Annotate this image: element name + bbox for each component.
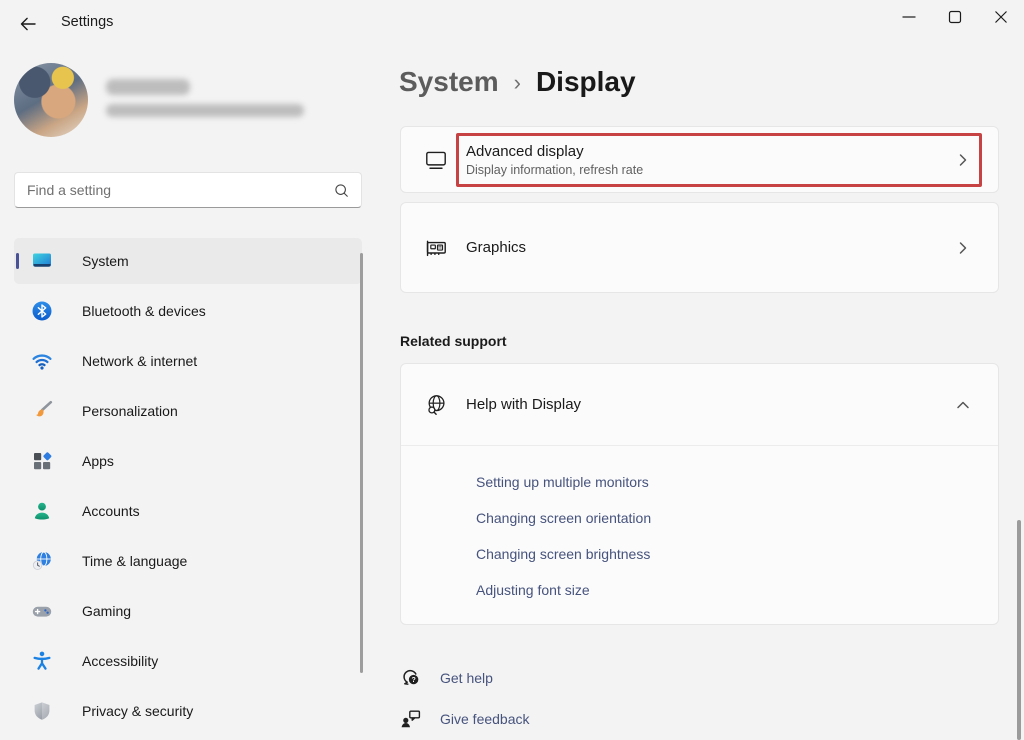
search-icon	[333, 182, 361, 199]
maximize-button[interactable]	[932, 0, 978, 34]
sidebar-item-label: Time & language	[82, 553, 187, 569]
user-email-blurred	[106, 104, 304, 117]
sidebar-item-label: Apps	[82, 453, 114, 469]
maximize-icon	[944, 6, 966, 28]
find-a-setting-searchbox[interactable]	[14, 172, 362, 208]
accounts-icon	[30, 499, 54, 523]
chevron-right-icon	[954, 151, 972, 169]
sidebar-item-apps[interactable]: Apps	[14, 438, 362, 484]
breadcrumb: System › Display	[399, 66, 636, 98]
privacy-security-icon	[30, 699, 54, 723]
help-card-header[interactable]: Help with Display	[401, 364, 998, 446]
close-button[interactable]	[978, 0, 1024, 34]
sidebar-item-gaming[interactable]: Gaming	[14, 588, 362, 634]
sidebar-item-privacy-security[interactable]: Privacy & security	[14, 688, 362, 734]
graphics-card[interactable]: Graphics	[400, 202, 999, 293]
svg-text:?: ?	[411, 677, 415, 684]
settings-nav: System Bluetooth & devices Network & int…	[14, 238, 362, 738]
help-link-screen-orientation[interactable]: Changing screen orientation	[476, 500, 998, 536]
sidebar-item-label: Bluetooth & devices	[82, 303, 206, 319]
caption-buttons	[886, 0, 1024, 34]
search-input[interactable]	[15, 182, 333, 198]
close-icon	[990, 6, 1012, 28]
accessibility-icon	[30, 649, 54, 673]
user-avatar[interactable]	[14, 63, 88, 137]
main-scrollbar[interactable]	[1017, 520, 1021, 740]
help-link-font-size[interactable]: Adjusting font size	[476, 572, 998, 608]
window-title: Settings	[61, 14, 113, 30]
breadcrumb-system[interactable]: System	[399, 66, 499, 98]
user-name-blurred	[106, 79, 190, 95]
chevron-up-icon	[954, 396, 972, 414]
chevron-right-icon	[954, 239, 972, 257]
card-title: Graphics	[466, 239, 526, 256]
globe-search-icon	[423, 392, 449, 418]
give-feedback-label: Give feedback	[440, 711, 530, 727]
sidebar-item-system[interactable]: System	[14, 238, 362, 284]
get-help-link[interactable]: ? Get help	[399, 666, 493, 690]
sidebar-item-time-language[interactable]: Time & language	[14, 538, 362, 584]
personalization-icon	[30, 399, 54, 423]
sidebar-item-personalization[interactable]: Personalization	[14, 388, 362, 434]
minimize-button[interactable]	[886, 0, 932, 34]
sidebar-scrollbar[interactable]	[360, 253, 363, 673]
sidebar-item-label: Privacy & security	[82, 703, 193, 719]
sidebar-item-label: Network & internet	[82, 353, 197, 369]
bluetooth-icon	[30, 299, 54, 323]
get-help-label: Get help	[440, 670, 493, 686]
time-language-icon	[30, 549, 54, 573]
sidebar-item-label: Accessibility	[82, 653, 158, 669]
give-feedback-icon	[399, 707, 423, 731]
give-feedback-link[interactable]: Give feedback	[399, 707, 530, 731]
system-icon	[30, 249, 54, 273]
titlebar: Settings	[0, 0, 1024, 46]
help-with-display-card: Help with Display Setting up multiple mo…	[400, 363, 999, 625]
sidebar-item-label: Personalization	[82, 403, 178, 419]
selected-accent-pill	[16, 253, 19, 269]
apps-icon	[30, 449, 54, 473]
back-arrow-icon	[18, 14, 38, 34]
card-subtitle: Display information, refresh rate	[466, 163, 643, 177]
sidebar-item-accounts[interactable]: Accounts	[14, 488, 362, 534]
gaming-icon	[30, 599, 54, 623]
network-icon	[30, 349, 54, 373]
graphics-card-icon	[423, 235, 449, 261]
sidebar-item-label: System	[82, 253, 129, 269]
help-links-list: Setting up multiple monitors Changing sc…	[401, 446, 998, 608]
sidebar-item-bluetooth-devices[interactable]: Bluetooth & devices	[14, 288, 362, 334]
sidebar-item-accessibility[interactable]: Accessibility	[14, 638, 362, 684]
help-card-title: Help with Display	[466, 396, 581, 413]
sidebar-item-label: Accounts	[82, 503, 140, 519]
display-icon	[423, 147, 449, 173]
sidebar-item-label: Gaming	[82, 603, 131, 619]
help-link-screen-brightness[interactable]: Changing screen brightness	[476, 536, 998, 572]
advanced-display-card[interactable]: Advanced display Display information, re…	[400, 126, 999, 193]
related-support-heading: Related support	[400, 333, 507, 349]
minimize-icon	[898, 6, 920, 28]
card-title: Advanced display	[466, 143, 643, 160]
sidebar-item-network-internet[interactable]: Network & internet	[14, 338, 362, 384]
back-button[interactable]	[13, 10, 43, 38]
page-title: Display	[536, 66, 636, 98]
help-link-multiple-monitors[interactable]: Setting up multiple monitors	[476, 464, 998, 500]
breadcrumb-separator-icon: ›	[514, 70, 521, 96]
get-help-icon: ?	[399, 666, 423, 690]
